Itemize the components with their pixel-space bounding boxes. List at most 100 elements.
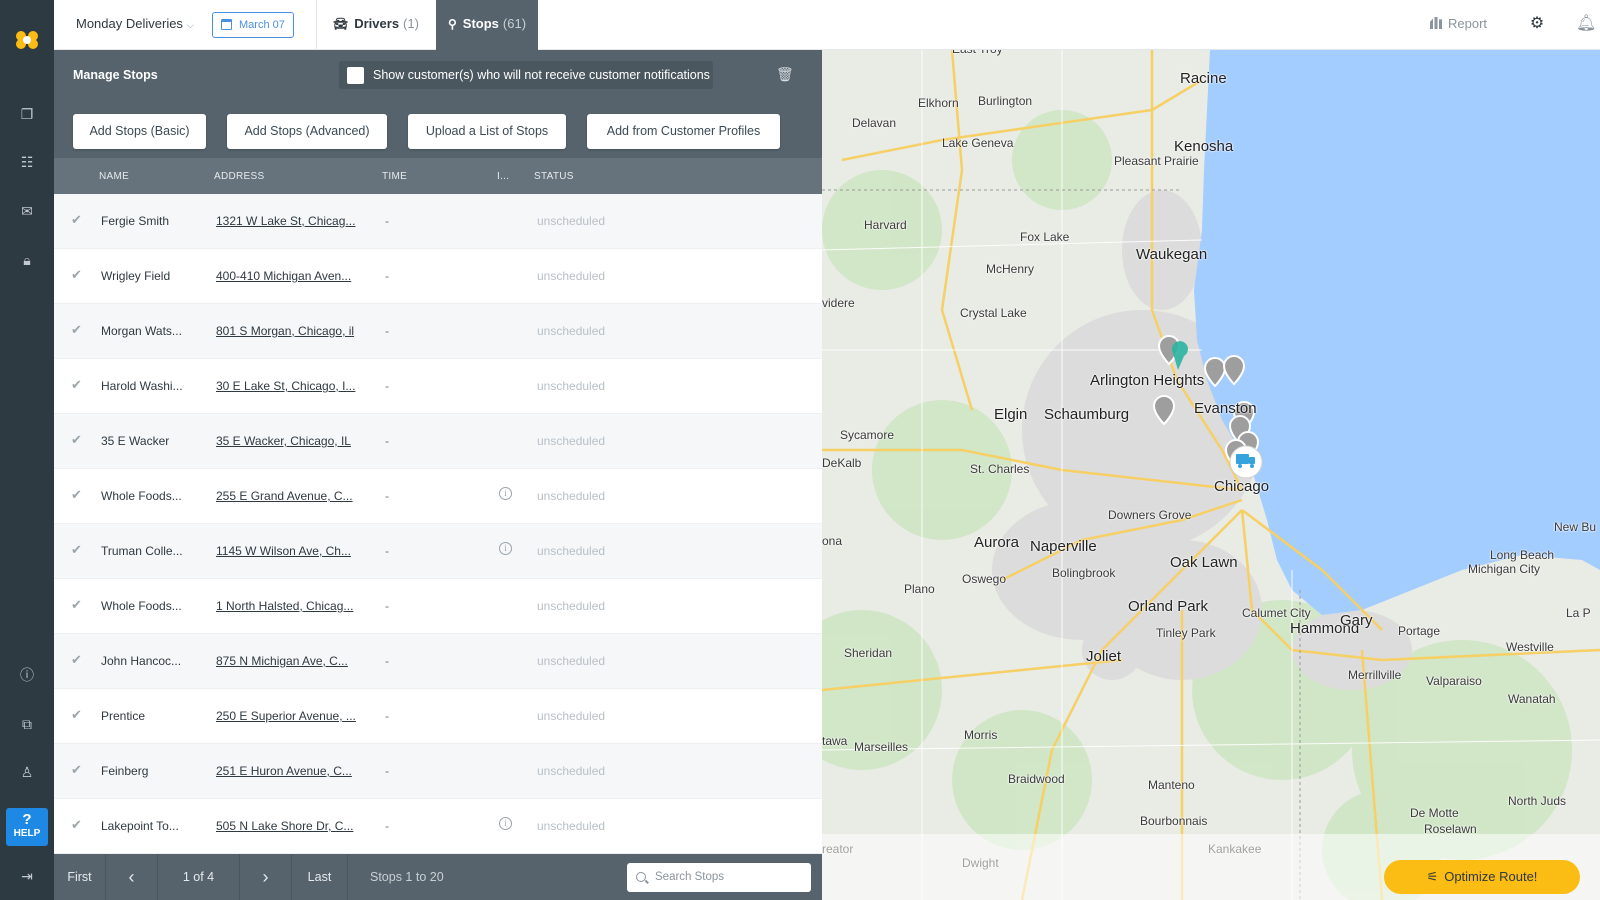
stop-address-link[interactable]: 801 S Morgan, Chicago, il bbox=[216, 324, 354, 338]
app-logo-icon[interactable] bbox=[13, 28, 41, 52]
optimize-route-label: Optimize Route! bbox=[1444, 869, 1538, 884]
stop-address-link[interactable]: 255 E Grand Avenue, C... bbox=[216, 489, 353, 503]
info-icon[interactable]: ⓘ bbox=[17, 665, 37, 685]
table-row[interactable]: ✔ John Hancoc... 875 N Michigan Ave, C... -… bbox=[54, 634, 822, 689]
stop-address-link[interactable]: 1 North Halsted, Chicag... bbox=[216, 599, 353, 613]
add-from-profiles-button[interactable]: Add from Customer Profiles bbox=[587, 114, 780, 149]
table-row[interactable]: ✔ Whole Foods... 1 North Halsted, Chicag..… bbox=[54, 579, 822, 634]
stops-table-body: ✔ Fergie Smith 1321 W Lake St, Chicag... - u… bbox=[54, 194, 822, 854]
stop-address-link[interactable]: 1321 W Lake St, Chicag... bbox=[216, 214, 355, 228]
info-icon[interactable]: i bbox=[499, 542, 512, 555]
first-page-button[interactable]: First bbox=[54, 854, 106, 900]
prev-page-button[interactable]: ‹ bbox=[106, 854, 158, 900]
col-address[interactable]: ADDRESS bbox=[214, 171, 264, 182]
notification-checkbox[interactable] bbox=[347, 67, 364, 84]
checkmark-icon[interactable]: ✔ bbox=[71, 707, 82, 723]
routes-icon[interactable]: ❐ bbox=[17, 104, 37, 124]
map-city-label: Evanston bbox=[1194, 400, 1257, 417]
report-button[interactable]: Report bbox=[1430, 16, 1487, 31]
map-city-label: Braidwood bbox=[1008, 772, 1065, 786]
tab-stops-count: (61) bbox=[502, 16, 527, 31]
next-page-button[interactable]: › bbox=[240, 854, 292, 900]
notification-filter-label: Show customer(s) who will not receive cu… bbox=[373, 68, 710, 82]
stop-time: - bbox=[385, 764, 389, 778]
notification-bell-icon[interactable]: 🔔︎ bbox=[1576, 14, 1596, 34]
stop-address-link[interactable]: 35 E Wacker, Chicago, IL bbox=[216, 434, 351, 448]
upload-stops-button[interactable]: Upload a List of Stops bbox=[408, 114, 566, 149]
col-name[interactable]: NAME bbox=[99, 171, 129, 182]
col-info[interactable]: I... bbox=[497, 171, 509, 182]
checkmark-icon[interactable]: ✔ bbox=[71, 542, 82, 558]
chevron-down-icon: ⌵ bbox=[186, 20, 194, 30]
top-bar: Monday Deliveries ⌵ March 07 🚘︎ Drivers (1)… bbox=[54, 0, 1600, 50]
table-row[interactable]: ✔ Prentice 250 E Superior Avenue, ... - unsc… bbox=[54, 689, 822, 744]
stop-address-link[interactable]: 251 E Huron Avenue, C... bbox=[216, 764, 352, 778]
checkmark-icon[interactable]: ✔ bbox=[71, 212, 82, 228]
checkmark-icon[interactable]: ✔ bbox=[71, 652, 82, 668]
help-question-icon: ? bbox=[22, 811, 32, 828]
stop-name: Prentice bbox=[101, 709, 146, 723]
checkmark-icon[interactable]: ✔ bbox=[71, 817, 82, 833]
table-row[interactable]: ✔ Harold Washi... 30 E Lake St, Chicago, I… bbox=[54, 359, 822, 414]
panel-title: Manage Stops bbox=[73, 68, 158, 82]
add-stops-advanced-button[interactable]: Add Stops (Advanced) bbox=[227, 114, 387, 149]
tab-drivers[interactable]: 🚘︎ Drivers (1) bbox=[316, 0, 426, 50]
stop-address-link[interactable]: 1145 W Wilson Ave, Ch... bbox=[216, 544, 351, 558]
stop-address-link[interactable]: 875 N Michigan Ave, C... bbox=[216, 654, 348, 668]
help-button[interactable]: ? HELP bbox=[6, 808, 48, 846]
add-stops-basic-button[interactable]: Add Stops (Basic) bbox=[73, 114, 206, 149]
logout-icon[interactable]: ⇥ bbox=[17, 866, 37, 886]
drivers-icon[interactable]: ☷ bbox=[17, 152, 37, 172]
map-city-label: La P bbox=[1566, 606, 1591, 620]
stop-time: - bbox=[385, 489, 389, 503]
table-row[interactable]: ✔ Wrigley Field 400-410 Michigan Aven... - u… bbox=[54, 249, 822, 304]
table-row[interactable]: ✔ Morgan Wats... 801 S Morgan, Chicago, il… bbox=[54, 304, 822, 359]
checkmark-icon[interactable]: ✔ bbox=[71, 322, 82, 338]
map-city-label: Michigan City bbox=[1468, 562, 1541, 576]
table-row[interactable]: ✔ Whole Foods... 255 E Grand Avenue, C... -… bbox=[54, 469, 822, 524]
route-map[interactable]: East Troy Racine Elkhorn Burlington Delavan L… bbox=[822, 50, 1600, 900]
status-badge: unscheduled bbox=[537, 544, 606, 558]
route-selector[interactable]: Monday Deliveries ⌵ bbox=[76, 16, 194, 31]
notification-filter[interactable]: Show customer(s) who will not receive cu… bbox=[339, 61, 713, 89]
checkmark-icon[interactable]: ✔ bbox=[71, 597, 82, 613]
search-stops-input[interactable]: Search Stops bbox=[627, 863, 811, 892]
messages-icon[interactable]: ✉ bbox=[17, 201, 37, 221]
info-icon[interactable]: i bbox=[499, 817, 512, 830]
checkmark-icon[interactable]: ✔ bbox=[71, 487, 82, 503]
route-name: Monday Deliveries bbox=[76, 16, 183, 31]
settings-gear-icon[interactable]: ⚙ bbox=[1527, 14, 1547, 34]
table-row[interactable]: ✔ Feinberg 251 E Huron Avenue, C... - unsche… bbox=[54, 744, 822, 799]
col-time[interactable]: TIME bbox=[382, 171, 407, 182]
account-icon[interactable]: ♙ bbox=[17, 762, 37, 782]
map-city-label: Morris bbox=[964, 728, 998, 742]
table-row[interactable]: ✔ 35 E Wacker 35 E Wacker, Chicago, IL - uns… bbox=[54, 414, 822, 469]
col-status[interactable]: STATUS bbox=[534, 171, 574, 182]
checkmark-icon[interactable]: ✔ bbox=[71, 762, 82, 778]
optimize-route-button[interactable]: ⚟ Optimize Route! bbox=[1384, 860, 1580, 894]
date-picker-button[interactable]: March 07 bbox=[212, 12, 294, 38]
map-city-label: Kankakee bbox=[1208, 842, 1262, 856]
checkmark-icon[interactable]: ✔ bbox=[71, 377, 82, 393]
stop-address-link[interactable]: 400-410 Michigan Aven... bbox=[216, 269, 351, 283]
checkmark-icon[interactable]: ✔ bbox=[71, 267, 82, 283]
status-badge: unscheduled bbox=[537, 709, 606, 723]
info-icon[interactable]: i bbox=[499, 487, 512, 500]
table-row[interactable]: ✔ Truman Colle... 1145 W Wilson Ave, Ch...… bbox=[54, 524, 822, 579]
stop-name: Fergie Smith bbox=[101, 214, 170, 228]
trash-icon[interactable]: 🗑︎ bbox=[776, 66, 794, 82]
table-row[interactable]: ✔ Lakepoint To... 505 N Lake Shore Dr, C..… bbox=[54, 799, 822, 854]
stop-address-link[interactable]: 505 N Lake Shore Dr, C... bbox=[216, 819, 353, 833]
map-city-label: Chicago bbox=[1214, 478, 1270, 495]
tab-stops[interactable]: ⚲ Stops (61) bbox=[436, 0, 538, 50]
reports-icon[interactable]: ⧉ bbox=[17, 714, 37, 734]
last-page-button[interactable]: Last bbox=[292, 854, 348, 900]
lock-icon[interactable]: 🔒︎ bbox=[17, 250, 37, 270]
map-city-label: Dwight bbox=[962, 856, 999, 870]
checkmark-icon[interactable]: ✔ bbox=[71, 432, 82, 448]
stop-address-link[interactable]: 30 E Lake St, Chicago, I... bbox=[216, 379, 355, 393]
map-city-label: McHenry bbox=[986, 262, 1035, 276]
table-row[interactable]: ✔ Fergie Smith 1321 W Lake St, Chicag... - u… bbox=[54, 194, 822, 249]
stop-address-link[interactable]: 250 E Superior Avenue, ... bbox=[216, 709, 356, 723]
calendar-icon bbox=[221, 19, 232, 30]
